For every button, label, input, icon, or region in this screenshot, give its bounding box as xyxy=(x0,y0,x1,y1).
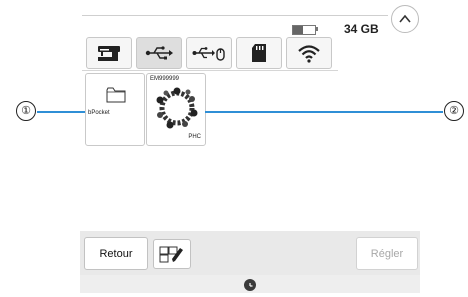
clock-icon[interactable] xyxy=(244,279,256,291)
callout-2: ② xyxy=(444,101,464,121)
back-button[interactable]: Retour xyxy=(84,237,148,270)
usb-icon xyxy=(145,46,173,60)
storage-indicator: 34 GB xyxy=(292,22,402,36)
design-format-label: PHC xyxy=(188,134,201,140)
storage-free-text: 34 GB xyxy=(344,22,379,36)
storage-battery-icon xyxy=(292,25,316,35)
tab-machine-memory[interactable] xyxy=(86,37,132,69)
callout-1-line xyxy=(37,111,85,113)
tab-sd-card[interactable] xyxy=(236,37,282,69)
folder-label: bPocket xyxy=(88,110,110,116)
edit-list-button[interactable] xyxy=(153,239,191,269)
sewing-machine-icon xyxy=(98,46,120,61)
wreath-design-icon xyxy=(156,87,198,129)
edit-list-icon xyxy=(159,246,183,263)
chevron-up-icon xyxy=(399,14,411,23)
folder-tile[interactable]: bPocket xyxy=(85,73,145,146)
folder-icon xyxy=(106,87,126,103)
tab-usb-port-2[interactable] xyxy=(186,37,232,69)
design-tile[interactable]: EM999999 PHC xyxy=(146,73,206,146)
design-name-label: EM999999 xyxy=(150,76,180,82)
scroll-up-button[interactable] xyxy=(391,5,419,33)
wifi-icon xyxy=(298,45,320,63)
top-divider xyxy=(82,15,388,16)
callout-2-line xyxy=(205,111,443,113)
tab-wireless[interactable] xyxy=(286,37,332,69)
callout-1: ① xyxy=(16,101,36,121)
sd-card-icon xyxy=(252,44,266,62)
set-button[interactable]: Régler xyxy=(356,237,418,270)
usb-mouse-icon xyxy=(192,47,225,61)
file-area-divider xyxy=(82,70,338,71)
tab-usb-port-1[interactable] xyxy=(136,37,182,69)
